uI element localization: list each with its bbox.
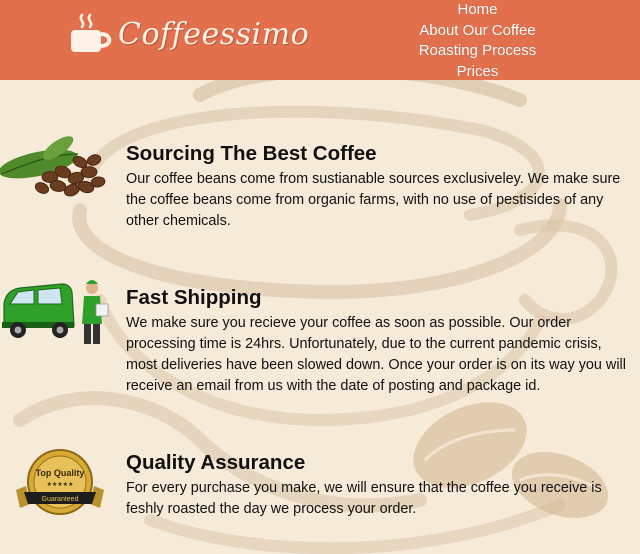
shipping-text: We make sure you recieve your coffee as … [126,315,626,394]
quality-heading: Quality Assurance [126,451,306,474]
site-logo[interactable]: Coffeessimo [118,17,309,52]
badge-bottom-text: Guaranteed [42,496,79,503]
shipping-section: Fast Shipping We make sure you recieve y… [126,285,626,397]
sourcing-heading: Sourcing The Best Coffee [126,142,377,165]
site-header: Coffeessimo Home About Our Coffee Roasti… [0,0,640,80]
badge-top-text: Top Quality [36,468,85,478]
sourcing-section: Sourcing The Best Coffee Our coffee bean… [126,141,626,232]
nav-link-roasting-process[interactable]: Roasting Process [415,41,540,62]
coffee-cup-icon [71,13,112,52]
main-nav: Home About Our Coffee Roasting Process P… [415,0,540,82]
delivery-van-image [2,280,109,344]
sourcing-text: Our coffee beans come from sustianable s… [126,171,621,229]
nav-link-about-our-coffee[interactable]: About Our Coffee [415,21,540,42]
coffee-beans-image [0,136,106,197]
badge-stars: ★★★★★ [47,481,74,488]
nav-link-prices[interactable]: Prices [415,62,540,83]
shipping-heading: Fast Shipping [126,286,262,309]
quality-text: For every purchase you make, we will ens… [126,480,602,517]
quality-section: Quality Assurance For every purchase you… [126,450,626,520]
quality-badge-image: Top Quality ★★★★★ Guaranteed [16,449,104,515]
nav-link-home[interactable]: Home [415,0,540,21]
